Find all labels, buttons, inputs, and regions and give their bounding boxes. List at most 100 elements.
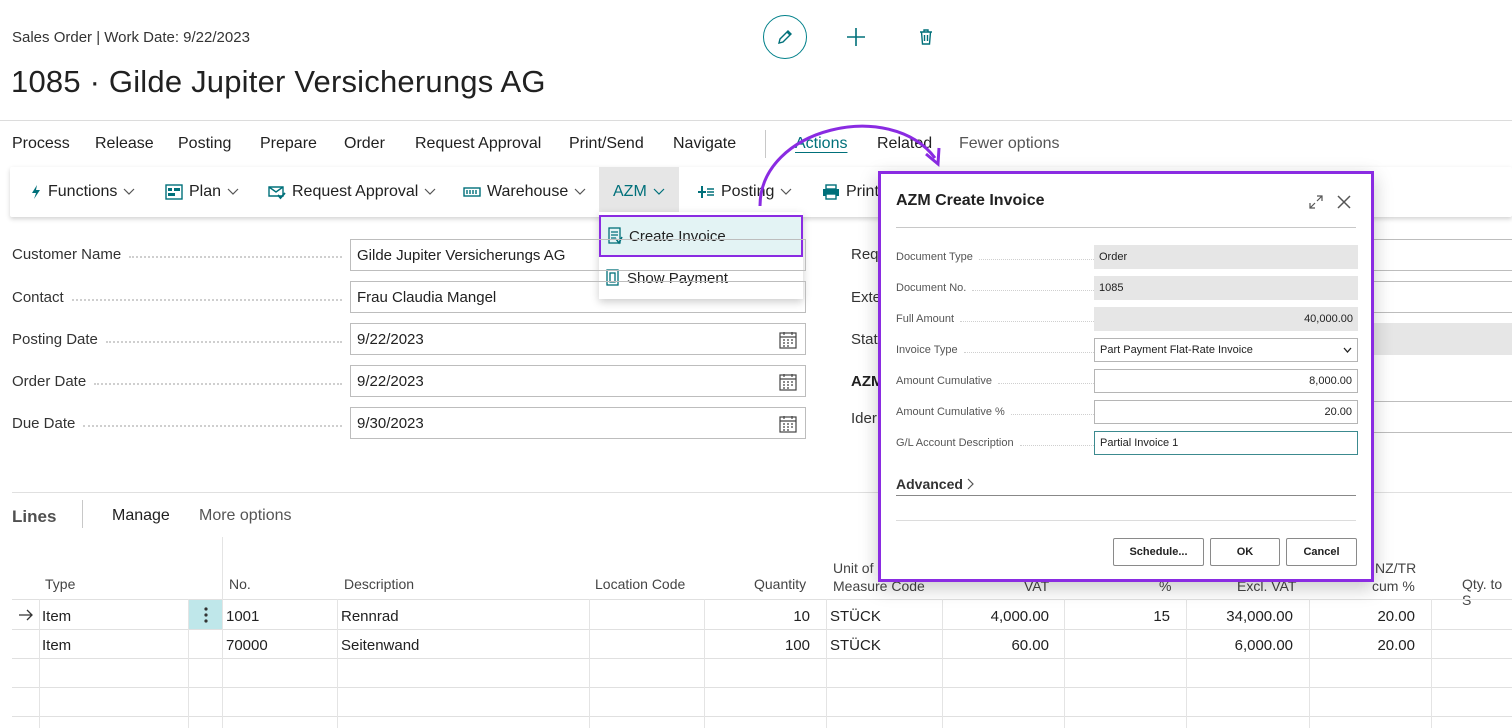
posting-date-value: 9/22/2023 [357,330,424,348]
row-2-excl[interactable]: 6,000.00 [1192,637,1293,654]
document-no-label: Document No. [896,282,1096,294]
row-1-cum[interactable]: 20.00 [1317,608,1415,625]
col-location-code[interactable]: Location Code [595,576,685,592]
action-order[interactable]: Order [344,135,385,153]
ribbon-azm[interactable]: AZM [599,167,679,217]
delete-button[interactable] [904,15,948,59]
posting-icon [698,186,714,198]
ribbon-request-approval[interactable]: Request Approval [268,167,436,217]
grid-line [12,629,1512,630]
col-cum-pct[interactable]: cum % [1372,578,1415,594]
amount-cumulative-field[interactable]: 8,000.00 [1094,369,1358,393]
row-2-quantity[interactable]: 100 [712,637,810,654]
lightning-icon [32,185,40,199]
warehouse-icon [463,187,481,197]
row-2-uom[interactable]: STÜCK [830,637,881,654]
customer-name-field[interactable]: Gilde Jupiter Versicherungs AG [350,239,806,271]
action-print-send[interactable]: Print/Send [569,135,644,153]
advanced-section-toggle[interactable]: Advanced [896,476,974,492]
calendar-icon[interactable] [779,331,797,349]
expand-icon[interactable] [1309,195,1323,209]
gl-account-description-field[interactable]: Partial Invoice 1 [1094,431,1358,455]
gl-account-description-label: G/L Account Description [896,437,1096,449]
close-icon[interactable] [1336,194,1352,210]
grid-line [12,599,1512,600]
lines-manage[interactable]: Manage [112,507,170,525]
row-2-no[interactable]: 70000 [226,637,268,654]
amount-cumulative-pct-value: 20.00 [1324,406,1352,418]
posting-date-field[interactable]: 9/22/2023 [350,323,806,355]
breadcrumb: Sales Order | Work Date: 9/22/2023 [12,29,250,46]
contact-label: Contact [12,289,342,306]
row-1-vat[interactable]: 4,000.00 [952,608,1049,625]
create-invoice-dialog: AZM Create Invoice Document Type Order D… [878,171,1374,582]
col-quantity[interactable]: Quantity [754,576,806,592]
row-1-uom[interactable]: STÜCK [830,608,881,625]
row-2-description[interactable]: Seitenwand [341,637,419,654]
ribbon-warehouse[interactable]: Warehouse [463,167,586,217]
amount-cumulative-label: Amount Cumulative [896,375,1096,387]
order-date-field[interactable]: 9/22/2023 [350,365,806,397]
row-actions-button[interactable] [189,600,222,629]
col-type[interactable]: Type [45,576,75,592]
trash-icon [920,29,932,45]
row-1-type[interactable]: Item [42,608,71,625]
chevron-down-icon [123,188,135,195]
lines-more-options[interactable]: More options [199,507,292,525]
row-1-no[interactable]: 1001 [226,608,259,625]
col-qty-to[interactable]: Qty. to S [1462,576,1512,608]
edit-button[interactable] [763,15,807,59]
pencil-icon [778,30,792,44]
posting-date-label-text: Posting Date [12,331,98,348]
page-title: 1085 · Gilde Jupiter Versicherungs AG [11,64,546,99]
ribbon-azm-label: AZM [613,183,647,200]
action-posting[interactable]: Posting [178,135,231,153]
ribbon-request-approval-label: Request Approval [292,183,419,200]
row-2-type[interactable]: Item [42,637,71,654]
row-2-cum[interactable]: 20.00 [1317,637,1415,654]
right-field-2[interactable] [1372,281,1512,313]
new-button[interactable] [834,15,878,59]
chevron-right-icon [967,478,974,490]
chevron-down-icon [653,188,665,195]
row-2-vat[interactable]: 60.00 [952,637,1049,654]
invoice-type-select[interactable]: Part Payment Flat-Rate Invoice [1094,338,1358,362]
cancel-button[interactable]: Cancel [1286,538,1357,566]
ok-button[interactable]: OK [1210,538,1280,566]
row-1-excl[interactable]: 34,000.00 [1192,608,1293,625]
due-date-label: Due Date [12,415,342,432]
right-field-3 [1372,323,1512,355]
col-description[interactable]: Description [344,576,414,592]
action-request-approval[interactable]: Request Approval [415,135,541,153]
due-date-field[interactable]: 9/30/2023 [350,407,806,439]
contact-field[interactable]: Frau Claudia Mangel [350,281,806,313]
dialog-header-divider [896,227,1356,228]
right-field-1[interactable] [1372,239,1512,271]
ribbon-functions[interactable]: Functions [30,167,135,217]
col-no[interactable]: No. [229,576,251,592]
ribbon-plan-label: Plan [189,183,222,200]
grid-line [12,716,1512,717]
action-release[interactable]: Release [95,135,154,153]
row-1-pct[interactable]: 15 [1072,608,1170,625]
amount-cumulative-pct-label: Amount Cumulative % [896,406,1096,418]
current-row-arrow-icon [19,609,33,621]
calendar-icon[interactable] [779,415,797,433]
action-navigate[interactable]: Navigate [673,135,736,153]
action-process[interactable]: Process [12,135,70,153]
ribbon-plan[interactable]: Plan [165,167,239,217]
row-1-quantity[interactable]: 10 [712,608,810,625]
posting-date-label: Posting Date [12,331,342,348]
calendar-icon[interactable] [779,373,797,391]
plan-icon [165,184,183,200]
right-field-4[interactable] [1372,401,1512,433]
schedule-button[interactable]: Schedule... [1113,538,1204,566]
action-prepare[interactable]: Prepare [260,135,317,153]
col-nztr[interactable]: NZ/TR [1375,560,1416,576]
right-label-stat: Stat [851,331,878,348]
row-1-description[interactable]: Rennrad [341,608,399,625]
more-vertical-icon [203,606,208,623]
action-fewer-options[interactable]: Fewer options [959,135,1060,153]
amount-cumulative-pct-field[interactable]: 20.00 [1094,400,1358,424]
col-uom-line1[interactable]: Unit of [833,560,873,576]
